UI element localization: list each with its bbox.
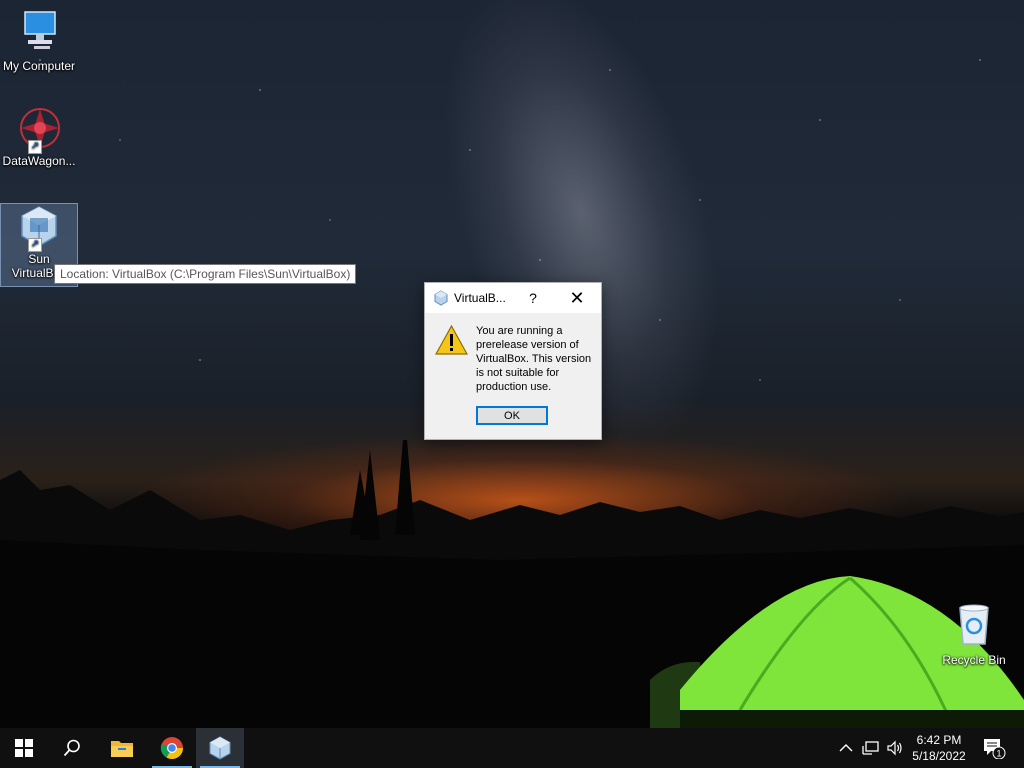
computer-icon	[24, 11, 56, 49]
close-icon: ✕	[569, 288, 585, 308]
desktop-icon-label: DataWagon...	[2, 154, 76, 168]
taskbar: 6:42 PM 5/18/2022 1	[0, 728, 1024, 768]
taskbar-chrome[interactable]	[148, 728, 196, 768]
ok-button[interactable]: OK	[476, 406, 548, 425]
chevron-up-icon[interactable]	[838, 740, 854, 756]
desktop-icon-my-computer[interactable]: My Computer	[1, 8, 77, 73]
notification-icon: 1	[984, 739, 1006, 759]
taskbar-virtualbox[interactable]	[196, 728, 244, 768]
desktop-icon-recycle-bin[interactable]: Recycle Bin	[936, 602, 1012, 667]
recycle-bin-icon	[959, 604, 989, 645]
search-icon	[63, 739, 80, 757]
file-explorer-icon	[111, 741, 133, 757]
system-tray	[838, 728, 904, 768]
shortcut-arrow-icon: ↗	[28, 238, 42, 252]
search-button[interactable]	[48, 728, 96, 768]
location-tooltip: Location: VirtualBox (C:\Program Files\S…	[54, 264, 357, 284]
dialog-body: You are running a prerelease version of …	[425, 313, 601, 395]
clock-date: 5/18/2022	[912, 749, 966, 763]
prerelease-warning-dialog: VirtualB... ? ✕ You are running a prerel…	[424, 282, 602, 440]
dialog-title: VirtualB...	[454, 291, 506, 305]
help-button[interactable]: ?	[518, 283, 548, 313]
clock-time: 6:42 PM	[916, 733, 962, 747]
desktop-icon-label: My Computer	[2, 59, 76, 73]
close-button[interactable]: ✕	[562, 283, 592, 313]
desktop-icon-label: Recycle Bin	[942, 653, 1006, 667]
windows-start-icon	[15, 739, 33, 757]
warning-icon	[435, 325, 468, 355]
shortcut-arrow-icon: ↗	[28, 140, 42, 154]
action-center-button[interactable]: 1	[982, 728, 1006, 768]
virtualbox-icon	[434, 290, 448, 306]
dialog-titlebar[interactable]: VirtualB... ? ✕	[425, 283, 601, 313]
desktop-icon-datawagon[interactable]: ↗ DataWagon...	[1, 106, 77, 168]
notification-count: 1	[996, 749, 1001, 759]
start-button[interactable]	[0, 728, 48, 768]
dialog-message: You are running a prerelease version of …	[476, 325, 592, 393]
chrome-icon	[160, 737, 183, 759]
network-icon[interactable]	[862, 740, 880, 756]
taskbar-file-explorer[interactable]	[98, 728, 146, 768]
virtualbox-icon	[209, 736, 231, 760]
taskbar-clock[interactable]: 6:42 PM 5/18/2022	[902, 732, 976, 764]
